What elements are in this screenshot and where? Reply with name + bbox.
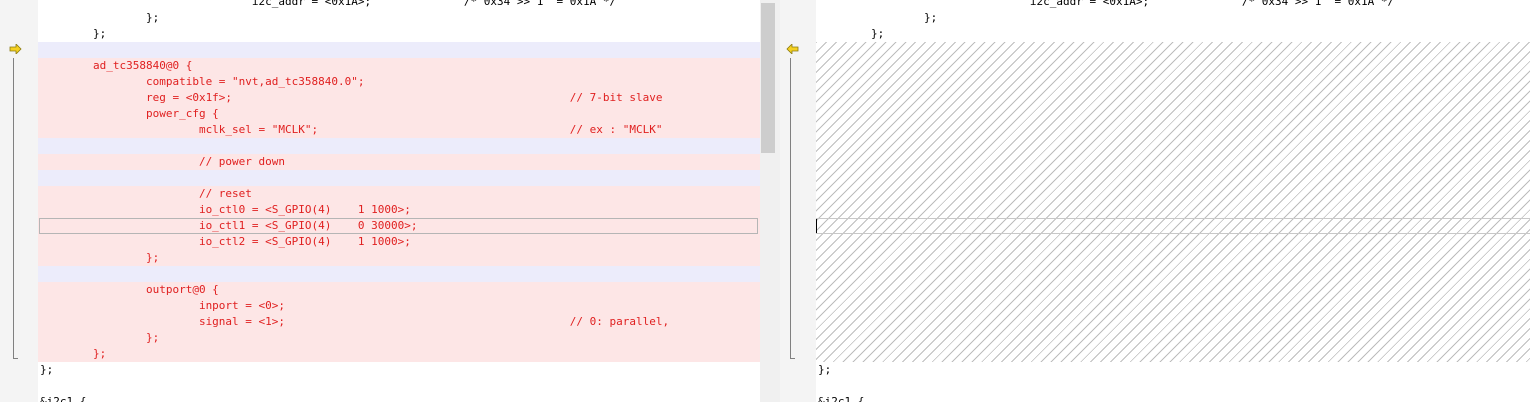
code-line[interactable]: }; <box>816 362 1530 378</box>
code-line[interactable] <box>816 378 1530 394</box>
code-line[interactable]: // power down <box>38 154 760 170</box>
code-line[interactable]: outport@0 { <box>38 282 760 298</box>
left-gutter <box>0 0 38 402</box>
right-gutter <box>780 0 816 402</box>
code-line[interactable]: }; <box>38 10 760 26</box>
cursor-row <box>816 218 1530 234</box>
code-line[interactable] <box>38 170 760 186</box>
code-line[interactable]: reg = <0x1f>; // 7-bit slave <box>38 90 760 106</box>
code-line[interactable] <box>38 266 760 282</box>
code-line[interactable]: }; <box>38 26 760 42</box>
code-line[interactable]: // reset <box>38 186 760 202</box>
arrow-right-icon <box>9 44 22 54</box>
code-line[interactable]: }; <box>38 362 760 378</box>
code-line[interactable]: io_ctl2 = <S_GPIO(4) 1 1000>; <box>38 234 760 250</box>
code-line[interactable]: power_cfg { <box>38 106 760 122</box>
code-line[interactable]: compatible = "nvt,ad_tc358840.0"; <box>38 74 760 90</box>
code-line[interactable]: }; <box>816 10 1530 26</box>
left-code-pane[interactable]: i2c_addr = <0x1A>; /* 0x34 >> 1 = 0x1A *… <box>38 0 760 402</box>
scrollbar-thumb[interactable] <box>761 3 775 153</box>
code-line[interactable]: i2c_addr = <0x1A>; /* 0x34 >> 1 = 0x1A *… <box>38 0 760 10</box>
code-line[interactable]: inport = <0>; <box>38 298 760 314</box>
missing-lines-placeholder <box>816 42 1530 362</box>
code-line[interactable]: ad_tc358840@0 { <box>38 58 760 74</box>
code-line[interactable]: }; <box>38 250 760 266</box>
diff-block-bracket <box>790 58 795 359</box>
text-caret <box>816 219 817 233</box>
code-line[interactable]: i2c_addr = <0x1A>; /* 0x34 >> 1 = 0x1A *… <box>816 0 1530 10</box>
code-line[interactable]: }; <box>38 330 760 346</box>
code-line[interactable]: }; <box>816 26 1530 42</box>
code-line[interactable]: io_ctl0 = <S_GPIO(4) 1 1000>; <box>38 202 760 218</box>
right-code-pane[interactable]: i2c_addr = <0x1A>; /* 0x34 >> 1 = 0x1A *… <box>816 0 1530 402</box>
code-line[interactable] <box>38 138 760 154</box>
current-line-highlight <box>39 218 758 234</box>
code-line[interactable]: signal = <1>; // 0: parallel, <box>38 314 760 330</box>
code-line[interactable]: }; <box>38 346 760 362</box>
diff-block-bracket <box>13 58 18 359</box>
code-line[interactable]: &i2c1 { <box>816 394 1530 402</box>
code-line[interactable] <box>38 378 760 394</box>
code-line[interactable]: mclk_sel = "MCLK"; // ex : "MCLK" <box>38 122 760 138</box>
arrow-left-icon <box>786 44 799 54</box>
code-line[interactable] <box>38 42 760 58</box>
code-line[interactable]: &i2c1 { <box>38 394 760 402</box>
